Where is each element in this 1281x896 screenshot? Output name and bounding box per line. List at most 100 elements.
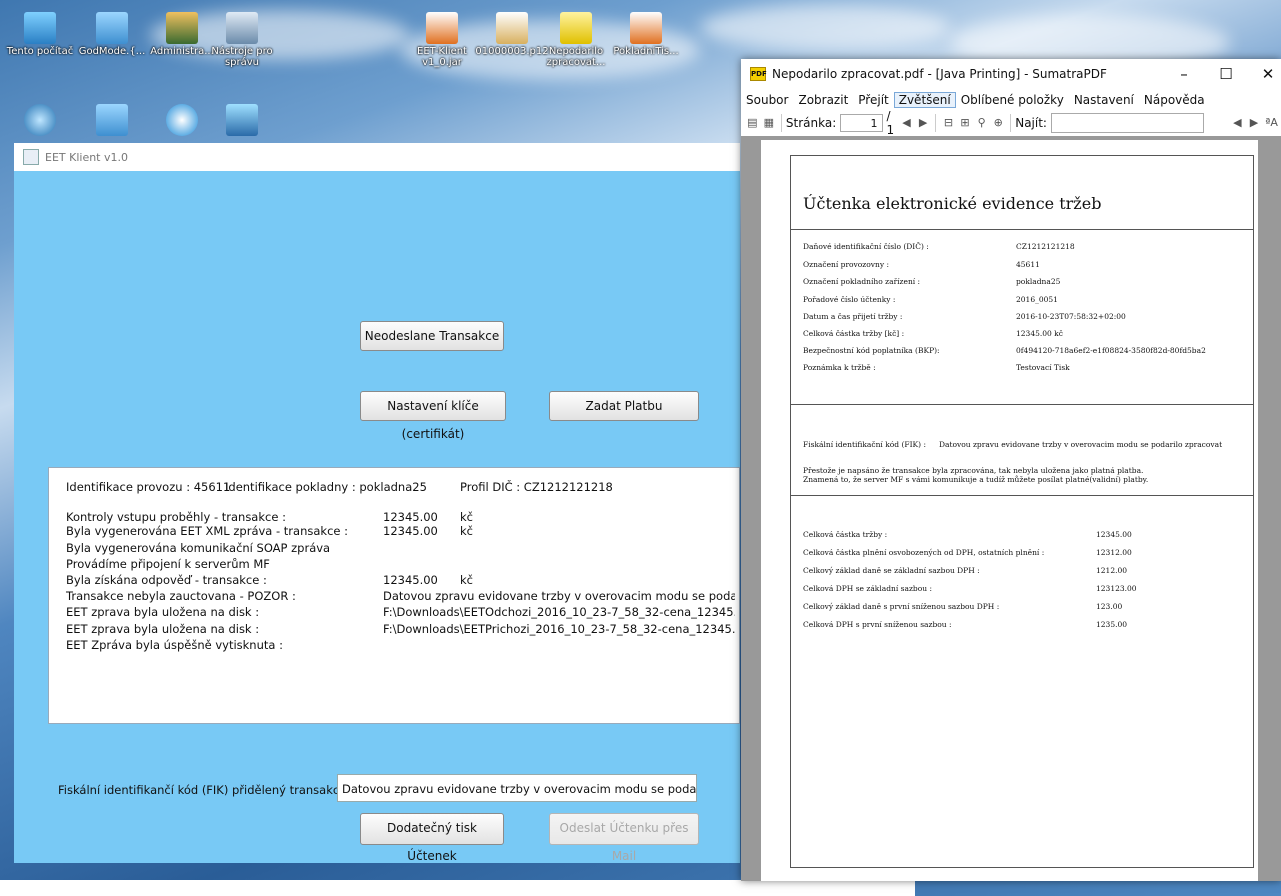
print-icon[interactable]: ▦: [764, 116, 775, 130]
close-icon[interactable]: ✕: [1245, 59, 1281, 89]
minimize-icon[interactable]: –: [1161, 59, 1207, 89]
open-icon[interactable]: ▤: [747, 116, 758, 130]
receipt-value: CZ1212121218: [1016, 242, 1075, 251]
total-value: 12312.00: [1096, 548, 1132, 557]
certificate-icon: [496, 12, 528, 44]
fit-width-icon[interactable]: ⊞: [960, 116, 971, 130]
menu-view[interactable]: Zobrazit: [793, 93, 853, 107]
receipt-value: pokladna25: [1016, 277, 1061, 286]
control-panel-icon: [96, 104, 128, 136]
log-line-label: EET zprava byla uložena na disk :: [66, 605, 260, 619]
log-line-label: EET zprava byla uložena na disk :: [66, 622, 260, 636]
maximize-icon[interactable]: ☐: [1203, 59, 1249, 89]
receipt-key: Označení provozovny :: [803, 260, 889, 269]
total-key: Celková částka plnění osvobozených od DP…: [803, 548, 1045, 557]
receipt-key: Poznámka k tržbě :: [803, 363, 876, 372]
send-receipt-mail-button[interactable]: Odeslat Účtenku přes Mail: [549, 813, 699, 863]
network-icon: [24, 104, 56, 136]
pdf-icon: [560, 12, 592, 44]
window-title: EET Klient v1.0: [45, 150, 128, 164]
total-value: 12345.00: [1096, 530, 1132, 539]
next-page-icon[interactable]: ▶: [918, 116, 929, 130]
menu-zoom[interactable]: Zvětšení: [893, 91, 956, 108]
menu-help[interactable]: Nápověda: [1139, 93, 1210, 107]
total-value: 1235.00: [1096, 620, 1128, 629]
internet-explorer-icon: [166, 104, 198, 136]
page-total: / 1: [886, 109, 895, 137]
desktop-icon-eet-jar[interactable]: EET-Klient v1_0.jar: [402, 12, 482, 68]
enter-payment-button[interactable]: Zadat Platbu: [549, 391, 699, 421]
log-line-label: Transakce nebyla zauctovana - POZOR :: [66, 589, 296, 603]
java-icon: [426, 12, 458, 44]
fit-page-icon[interactable]: ⊟: [943, 116, 954, 130]
receipt-value: Testovací Tisk: [1016, 363, 1070, 372]
desktop-icon-label: Tento počítač: [6, 46, 74, 57]
receipt-note: Znamená to, že server MF s vámi komuniku…: [803, 475, 1149, 484]
total-key: Celkový základ daně se základní sazbou D…: [803, 566, 980, 575]
sumatra-app-icon: PDF: [750, 67, 767, 81]
reprint-receipts-button[interactable]: Dodatečný tisk Účtenek: [360, 813, 504, 863]
fik-label: Fiskální identifikančí kód (FIK) přiděle…: [58, 783, 350, 797]
java-app-icon: [23, 149, 39, 165]
desktop-icon-computer[interactable]: Tento počítač: [0, 12, 80, 57]
desktop-icon-network[interactable]: [0, 104, 80, 138]
menu-favorites[interactable]: Oblíbené položky: [956, 93, 1069, 107]
pdf-page: Účtenka elektronické evidence tržeb Daňo…: [761, 140, 1258, 881]
menu-file[interactable]: Soubor: [741, 93, 793, 107]
menu-settings[interactable]: Nastavení: [1069, 93, 1139, 107]
divider: [791, 495, 1253, 496]
total-value: 123.00: [1096, 602, 1123, 611]
total-key: Celkový základ daně s první sníženou saz…: [803, 602, 1000, 611]
separator: [1010, 114, 1012, 132]
desktop-icon-godmode[interactable]: GodMode.{...: [72, 12, 152, 57]
unsent-transactions-button[interactable]: Neodeslane Transakce: [360, 321, 504, 351]
total-value: 123123.00: [1096, 584, 1137, 593]
user-icon: [166, 12, 198, 44]
separator: [781, 114, 782, 132]
page-input[interactable]: 1: [840, 114, 883, 132]
fik-field[interactable]: Datovou zpravu evidovane trzby v overova…: [337, 774, 697, 802]
toolbar: ▤ ▦ Stránka: 1 / 1 ◀ ▶ ⊟ ⊞ ⚲ ⊕ Najít: ◀ …: [741, 109, 1281, 137]
java-icon: [630, 12, 662, 44]
desktop-icon-label: Nepodarilo zpracovat...: [546, 46, 606, 68]
desktop-icon-admin-tools[interactable]: Nástroje pro správu: [202, 12, 282, 68]
log-line-unit: kč: [460, 573, 473, 587]
document-viewer[interactable]: Účtenka elektronické evidence tržeb Daňo…: [741, 136, 1281, 881]
receipt-key: Bezpečnostní kód poplatníka (BKP):: [803, 346, 940, 355]
log-line-unit: kč: [460, 510, 473, 524]
log-line-label: Kontroly vstupu proběhly - transakce :: [66, 510, 286, 524]
log-line-value: F:\Downloads\EETOdchozi_2016_10_23-7_58_…: [383, 605, 735, 619]
log-line-label: Byla vygenerována EET XML zpráva - trans…: [66, 524, 348, 538]
receipt-note: Přestože je napsáno že transakce byla zp…: [803, 466, 1144, 475]
divider: [791, 229, 1253, 230]
desktop-icon-soap[interactable]: [202, 104, 282, 138]
prev-page-icon[interactable]: ◀: [901, 116, 912, 130]
log-line-label: Provádíme připojení k serverům MF: [66, 557, 270, 571]
desktop-icon-panel[interactable]: [72, 104, 152, 138]
match-case-icon[interactable]: ªA: [1265, 116, 1278, 130]
menu-goto[interactable]: Přejít: [853, 93, 893, 107]
computer-icon: [24, 12, 56, 44]
separator: [935, 114, 937, 132]
soap-ui-icon: [226, 104, 258, 136]
divider: [791, 404, 1253, 405]
receipt-key: Celková částka tržby [kč] :: [803, 329, 905, 338]
control-panel-icon: [96, 12, 128, 44]
window-title: Nepodarilo zpracovat.pdf - [Java Printin…: [772, 67, 1107, 81]
key-settings-button[interactable]: Nastavení klíče (certifikát): [360, 391, 506, 441]
find-input[interactable]: [1050, 113, 1205, 133]
log-tax-profile: Profil DIČ : CZ1212121218: [460, 480, 613, 494]
receipt-value: 2016-10-23T07:58:32+02:00: [1016, 312, 1126, 321]
desktop-icon-pokladni[interactable]: PokladniTis...: [606, 12, 686, 57]
desktop-icon-pdf[interactable]: Nepodarilo zpracovat...: [536, 12, 616, 68]
receipt-frame: Účtenka elektronické evidence tržeb Daňo…: [790, 155, 1254, 868]
zoom-out-icon[interactable]: ⚲: [976, 116, 987, 130]
desktop-icon-label: Nástroje pro správu: [211, 46, 273, 68]
zoom-in-icon[interactable]: ⊕: [993, 116, 1004, 130]
find-prev-icon[interactable]: ◀: [1232, 116, 1243, 130]
log-shop-id: Identifikace provozu : 45611: [66, 480, 231, 494]
window-bottom-strip: [0, 880, 915, 896]
total-key: Celková DPH s první sníženou sazbou :: [803, 620, 952, 629]
log-line-value: 12345.00: [383, 573, 438, 587]
find-next-icon[interactable]: ▶: [1249, 116, 1260, 130]
